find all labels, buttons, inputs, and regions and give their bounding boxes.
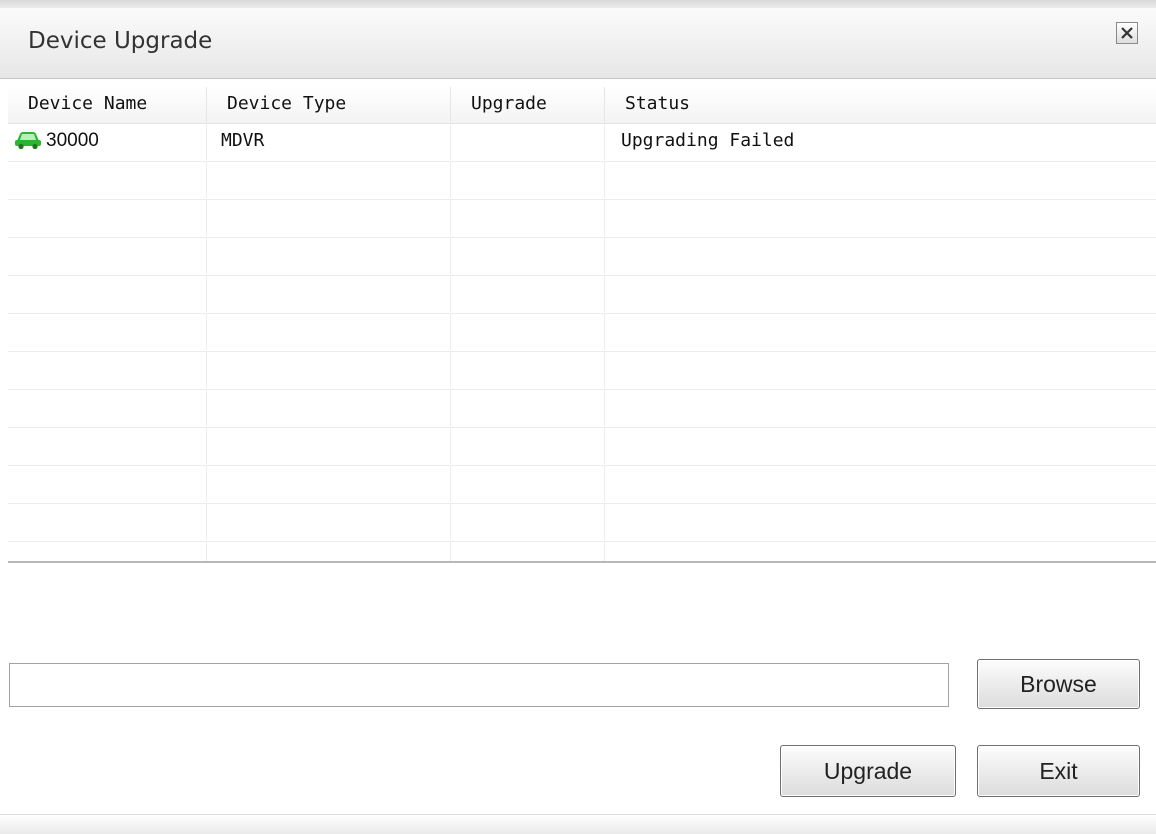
device-name-text: 30000 (46, 130, 99, 151)
empty-row (8, 313, 1156, 352)
column-header-upgrade[interactable]: Upgrade (451, 87, 605, 123)
cell-upgrade (451, 123, 605, 160)
exit-button[interactable]: Exit (977, 745, 1140, 797)
empty-row (8, 427, 1156, 466)
upgrade-button[interactable]: Upgrade (780, 745, 956, 797)
device-table: Device Name Device Type Upgrade Status 3… (8, 87, 1156, 563)
titlebar: Device Upgrade (0, 8, 1156, 79)
status-text: Upgrading Failed (621, 130, 795, 151)
browse-button[interactable]: Browse (977, 659, 1140, 709)
column-header-status[interactable]: Status (605, 87, 1156, 123)
firmware-file-path-input[interactable] (9, 663, 949, 707)
empty-row (8, 503, 1156, 542)
empty-row (8, 237, 1156, 276)
device-type-text: MDVR (221, 130, 265, 151)
empty-row (8, 161, 1156, 200)
empty-row (8, 199, 1156, 238)
cell-status: Upgrading Failed (605, 123, 1156, 160)
close-button[interactable] (1116, 22, 1138, 44)
column-header-device-name[interactable]: Device Name (8, 87, 207, 123)
dialog-title: Device Upgrade (28, 28, 213, 54)
empty-row (8, 275, 1156, 314)
car-icon (15, 132, 41, 150)
table-row[interactable]: 30000 MDVR Upgrading Failed (8, 123, 1156, 162)
column-header-device-type[interactable]: Device Type (207, 87, 451, 123)
cell-device-name: 30000 (8, 123, 207, 160)
background-strip (0, 0, 1156, 8)
device-upgrade-dialog: Device Upgrade Device Name Device Type U… (0, 8, 1156, 834)
bottom-bar (0, 814, 1156, 834)
empty-row (8, 465, 1156, 504)
empty-row (8, 351, 1156, 390)
empty-row (8, 541, 1156, 561)
cell-device-type: MDVR (207, 123, 451, 160)
empty-row (8, 389, 1156, 428)
close-icon (1121, 27, 1133, 39)
table-header: Device Name Device Type Upgrade Status (8, 87, 1156, 124)
